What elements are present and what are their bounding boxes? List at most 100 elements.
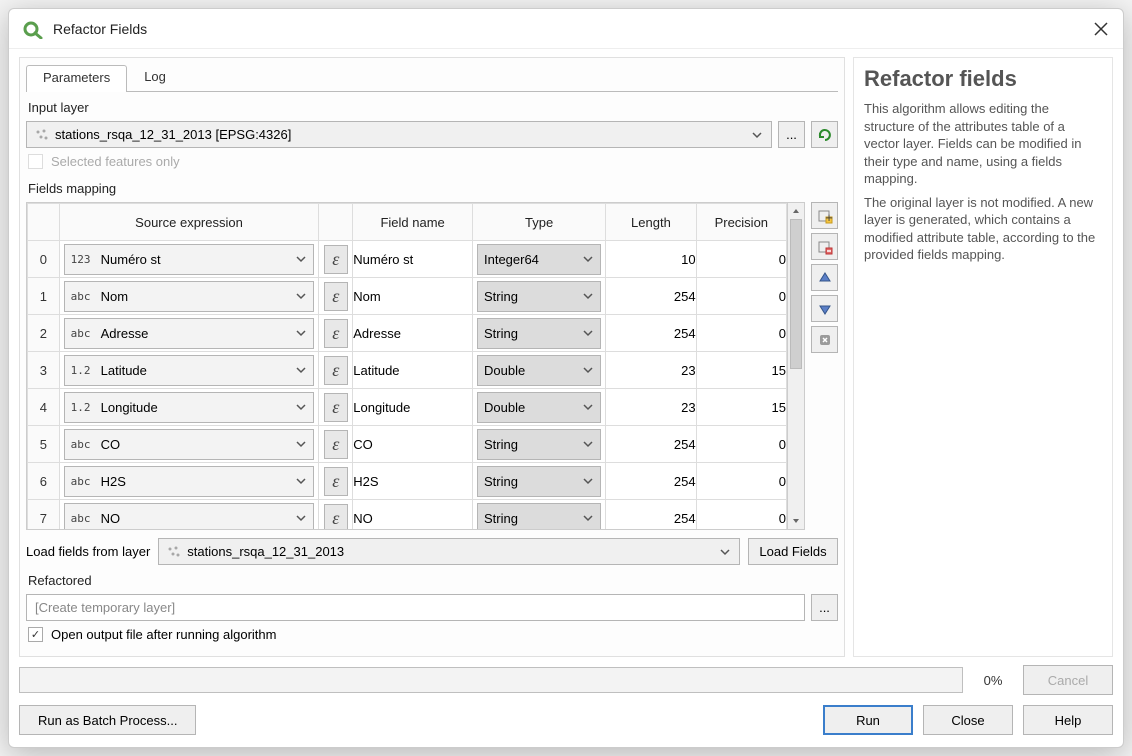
expression-editor-button[interactable]: ε [324, 393, 348, 422]
row-index[interactable]: 2 [28, 315, 60, 352]
source-expression-select[interactable]: 1.2Longitude [64, 392, 315, 423]
field-name-cell[interactable]: Adresse [353, 315, 473, 352]
open-output-checkbox[interactable] [28, 627, 43, 642]
row-index[interactable]: 3 [28, 352, 60, 389]
tab-parameters[interactable]: Parameters [26, 65, 127, 92]
move-down-button[interactable] [811, 295, 838, 322]
field-name-cell[interactable]: H2S [353, 463, 473, 500]
length-cell[interactable]: 254 [606, 278, 696, 315]
source-expression-select[interactable]: abcAdresse [64, 318, 315, 349]
input-layer-select[interactable]: stations_rsqa_12_31_2013 [EPSG:4326] [26, 121, 772, 148]
open-output-label: Open output file after running algorithm [51, 627, 276, 642]
source-expression-select[interactable]: abcNO [64, 503, 315, 530]
output-path-input[interactable]: [Create temporary layer] [26, 594, 805, 621]
field-name-cell[interactable]: NO [353, 500, 473, 530]
precision-cell[interactable]: 0 [696, 500, 786, 530]
precision-cell[interactable]: 0 [696, 241, 786, 278]
source-expression-select[interactable]: abcH2S [64, 466, 315, 497]
field-name-cell[interactable]: Latitude [353, 352, 473, 389]
precision-cell[interactable]: 15 [696, 352, 786, 389]
move-up-button[interactable] [811, 264, 838, 291]
type-select[interactable]: Double [477, 392, 601, 423]
close-button[interactable]: Close [923, 705, 1013, 735]
browse-layer-button[interactable]: ... [778, 121, 805, 148]
length-cell[interactable]: 10 [606, 241, 696, 278]
help-paragraph-2: The original layer is not modified. A ne… [864, 194, 1102, 264]
close-icon[interactable] [1093, 21, 1109, 37]
run-button[interactable]: Run [823, 705, 913, 735]
row-index[interactable]: 5 [28, 426, 60, 463]
type-select[interactable]: String [477, 281, 601, 312]
source-expression-select[interactable]: 123Numéro st [64, 244, 315, 275]
source-expression-select[interactable]: abcNom [64, 281, 315, 312]
type-select[interactable]: String [477, 318, 601, 349]
delete-field-button[interactable] [811, 233, 838, 260]
window-title: Refactor Fields [53, 21, 1093, 37]
length-cell[interactable]: 254 [606, 463, 696, 500]
length-cell[interactable]: 254 [606, 500, 696, 530]
type-select[interactable]: String [477, 466, 601, 497]
table-scrollbar[interactable] [787, 203, 804, 529]
field-name-cell[interactable]: CO [353, 426, 473, 463]
header-precision[interactable]: Precision [696, 204, 786, 241]
length-cell[interactable]: 23 [606, 389, 696, 426]
expression-editor-button[interactable]: ε [324, 430, 348, 459]
source-expression-select[interactable]: abcCO [64, 429, 315, 460]
reset-button[interactable] [811, 326, 838, 353]
table-row[interactable]: 7abcNO εNOString2540 [28, 500, 787, 530]
table-row[interactable]: 5abcCO εCOString2540 [28, 426, 787, 463]
field-name-cell[interactable]: Longitude [353, 389, 473, 426]
header-source[interactable]: Source expression [59, 204, 319, 241]
output-browse-button[interactable]: ... [811, 594, 838, 621]
iterate-features-button[interactable] [811, 121, 838, 148]
scrollbar-thumb[interactable] [790, 219, 802, 369]
type-select[interactable]: Integer64 [477, 244, 601, 275]
expression-editor-button[interactable]: ε [324, 467, 348, 496]
header-fieldname[interactable]: Field name [353, 204, 473, 241]
precision-cell[interactable]: 0 [696, 426, 786, 463]
length-cell[interactable]: 254 [606, 426, 696, 463]
load-from-layer-select[interactable]: stations_rsqa_12_31_2013 [158, 538, 740, 565]
scroll-down-icon[interactable] [788, 513, 804, 529]
table-row[interactable]: 2abcAdresse εAdresseString2540 [28, 315, 787, 352]
tab-log[interactable]: Log [127, 64, 183, 91]
field-name-cell[interactable]: Nom [353, 278, 473, 315]
expression-editor-button[interactable]: ε [324, 504, 348, 530]
expression-editor-button[interactable]: ε [324, 356, 348, 385]
row-index[interactable]: 7 [28, 500, 60, 530]
header-length[interactable]: Length [606, 204, 696, 241]
row-index[interactable]: 4 [28, 389, 60, 426]
expression-editor-button[interactable]: ε [324, 319, 348, 348]
chevron-down-icon [295, 512, 307, 524]
type-prefix: 1.2 [71, 364, 99, 377]
expression-editor-button[interactable]: ε [324, 245, 348, 274]
table-row[interactable]: 0123Numéro stεNuméro stInteger64100 [28, 241, 787, 278]
source-expression-select[interactable]: 1.2Latitude [64, 355, 315, 386]
type-select[interactable]: Double [477, 355, 601, 386]
header-type[interactable]: Type [472, 204, 605, 241]
row-index[interactable]: 1 [28, 278, 60, 315]
expression-editor-button[interactable]: ε [324, 282, 348, 311]
row-index[interactable]: 6 [28, 463, 60, 500]
run-batch-button[interactable]: Run as Batch Process... [19, 705, 196, 735]
table-row[interactable]: 1abcNomεNomString2540 [28, 278, 787, 315]
type-select[interactable]: String [477, 429, 601, 460]
precision-cell[interactable]: 0 [696, 463, 786, 500]
precision-cell[interactable]: 15 [696, 389, 786, 426]
chevron-down-icon [582, 327, 594, 339]
length-cell[interactable]: 254 [606, 315, 696, 352]
scroll-up-icon[interactable] [788, 203, 804, 219]
add-field-button[interactable]: + [811, 202, 838, 229]
precision-cell[interactable]: 0 [696, 278, 786, 315]
field-name-cell[interactable]: Numéro st [353, 241, 473, 278]
row-index[interactable]: 0 [28, 241, 60, 278]
table-row[interactable]: 41.2Longitude εLongitudeDouble2315 [28, 389, 787, 426]
help-button[interactable]: Help [1023, 705, 1113, 735]
length-cell[interactable]: 23 [606, 352, 696, 389]
table-row[interactable]: 31.2Latitude εLatitudeDouble2315 [28, 352, 787, 389]
load-fields-button[interactable]: Load Fields [748, 538, 838, 565]
type-select[interactable]: String [477, 503, 601, 530]
progress-bar [19, 667, 963, 693]
table-row[interactable]: 6abcH2S εH2SString2540 [28, 463, 787, 500]
precision-cell[interactable]: 0 [696, 315, 786, 352]
